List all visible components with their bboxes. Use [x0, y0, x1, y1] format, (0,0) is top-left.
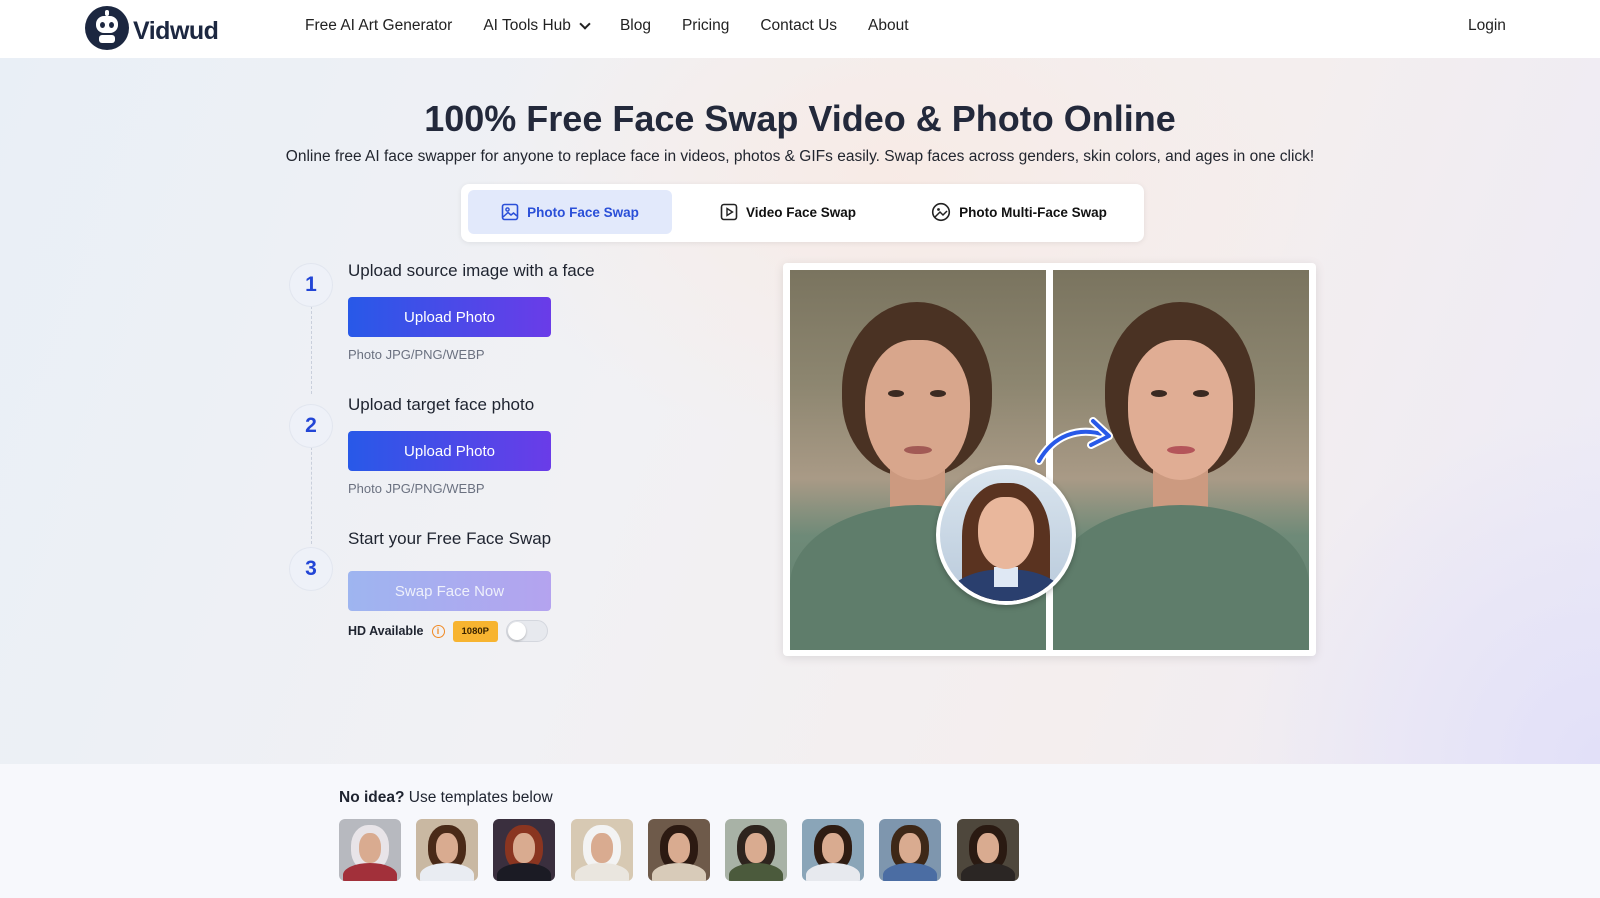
nav-link-free-ai-art-generator[interactable]: Free AI Art Generator — [305, 17, 452, 35]
upload-target-photo-button[interactable]: Upload Photo — [348, 431, 551, 471]
nav-link-about[interactable]: About — [868, 17, 909, 35]
brand-name: Vidwud — [133, 16, 219, 45]
chevron-down-icon — [579, 18, 591, 30]
target-face-avatar — [936, 465, 1076, 605]
step-3-title: Start your Free Face Swap — [348, 529, 552, 548]
video-play-icon — [720, 203, 738, 221]
template-thumbnail[interactable] — [570, 819, 633, 881]
info-icon[interactable]: i — [431, 624, 445, 638]
template-thumbnail[interactable] — [724, 819, 787, 881]
templates-section: No idea? Use templates below — [0, 764, 1600, 898]
resolution-badge: 1080P — [452, 620, 498, 642]
page-title: 100% Free Face Swap Video & Photo Online — [424, 98, 1176, 139]
step-connector — [311, 301, 312, 394]
nav-link-label: AI Tools Hub — [483, 17, 571, 34]
page-subtitle: Online free AI face swapper for anyone t… — [285, 148, 1315, 165]
template-thumbnail[interactable] — [802, 819, 865, 881]
mode-tabs: Photo Face Swap Video Face Swap Photo Mu… — [461, 184, 1144, 242]
nav-link-pricing[interactable]: Pricing — [682, 17, 729, 35]
swap-arrow-icon — [1035, 417, 1113, 465]
robot-logo-icon — [85, 6, 129, 50]
template-thumbnail[interactable] — [956, 819, 1019, 881]
hd-toggle[interactable] — [505, 620, 548, 642]
step-2-format-hint: Photo JPG/PNG/WEBP — [348, 481, 485, 496]
template-thumbnail[interactable] — [416, 819, 479, 881]
tab-photo-multi-face-swap[interactable]: Photo Multi-Face Swap — [899, 190, 1139, 234]
step-number-2: 2 — [289, 404, 333, 448]
template-thumbnail[interactable] — [879, 819, 942, 881]
hd-available-label: HD Available — [348, 624, 424, 638]
tab-label: Photo Multi-Face Swap — [959, 204, 1107, 220]
templates-title: No idea? Use templates below — [339, 789, 553, 806]
template-thumbnail[interactable] — [339, 819, 401, 881]
toggle-knob — [507, 622, 526, 640]
template-thumbnail[interactable] — [647, 819, 710, 881]
hd-option-row: HD Available i 1080P — [348, 620, 548, 642]
step-1-format-hint: Photo JPG/PNG/WEBP — [348, 347, 485, 362]
tab-label: Video Face Swap — [745, 204, 857, 220]
multi-face-icon — [932, 202, 951, 222]
swap-face-now-button[interactable]: Swap Face Now — [348, 571, 551, 611]
template-thumbnail[interactable] — [493, 819, 556, 881]
step-2-title: Upload target face photo — [348, 395, 535, 414]
login-link[interactable]: Login — [1468, 17, 1506, 35]
nav-link-ai-tools-hub[interactable]: AI Tools Hub — [483, 17, 591, 35]
step-1-title: Upload source image with a face — [348, 261, 595, 280]
nav-link-contact-us[interactable]: Contact Us — [760, 17, 837, 35]
tab-video-face-swap[interactable]: Video Face Swap — [686, 190, 890, 234]
top-navigation: Vidwud Free AI Art Generator AI Tools Hu… — [0, 0, 1600, 58]
step-number-3: 3 — [289, 547, 333, 591]
nav-link-blog[interactable]: Blog — [620, 17, 651, 35]
brand-logo[interactable]: Vidwud — [85, 6, 219, 50]
template-list — [339, 819, 1034, 881]
tab-photo-face-swap[interactable]: Photo Face Swap — [468, 190, 672, 234]
hero-section: 100% Free Face Swap Video & Photo Online… — [0, 58, 1600, 764]
upload-source-photo-button[interactable]: Upload Photo — [348, 297, 551, 337]
step-number-1: 1 — [289, 263, 333, 307]
image-icon — [501, 203, 519, 221]
tab-label: Photo Face Swap — [527, 204, 639, 220]
step-connector — [311, 442, 312, 544]
